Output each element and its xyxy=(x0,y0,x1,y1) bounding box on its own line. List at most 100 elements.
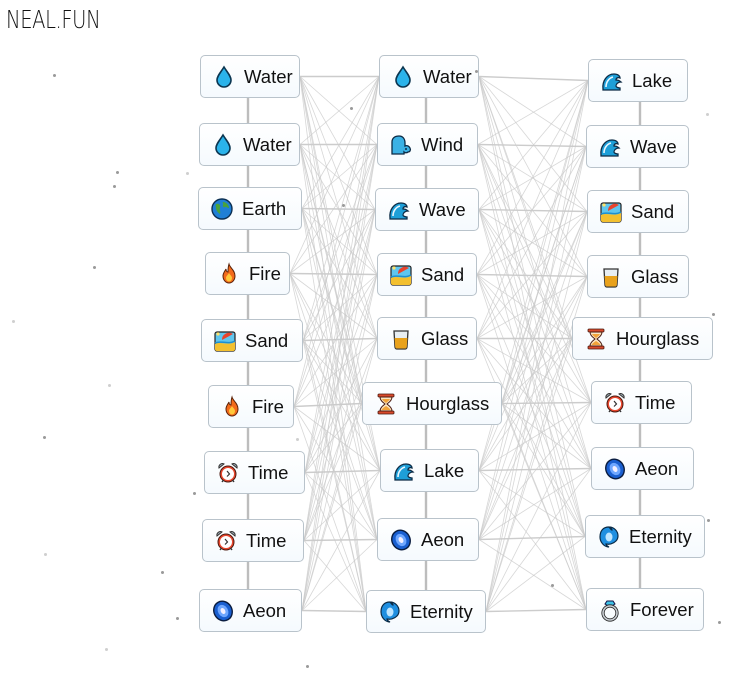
element-node[interactable]: Hourglass xyxy=(572,317,713,360)
connection-line xyxy=(478,76,587,147)
element-node[interactable]: Sand xyxy=(377,253,477,296)
connection-line xyxy=(289,273,381,471)
element-node[interactable]: Lake xyxy=(380,449,479,492)
connection-line xyxy=(301,76,380,611)
element-node[interactable]: Time xyxy=(591,381,692,424)
element-node[interactable]: Sand xyxy=(201,319,303,362)
element-label: Sand xyxy=(245,329,289,351)
connection-line xyxy=(478,76,587,610)
connection-line xyxy=(476,211,588,339)
element-node[interactable]: Eternity xyxy=(366,590,486,633)
connection-line xyxy=(476,146,587,339)
element-node[interactable]: Aeon xyxy=(591,447,694,490)
connection-line xyxy=(501,146,587,404)
connection-line xyxy=(478,146,587,540)
element-node[interactable]: Wave xyxy=(586,125,689,168)
element-label: Forever xyxy=(630,598,694,620)
connection-line xyxy=(478,80,589,540)
connection-line xyxy=(289,209,376,274)
element-node[interactable]: Water xyxy=(199,123,300,166)
element-label: Fire xyxy=(249,262,281,284)
element-node[interactable]: Water xyxy=(379,55,479,98)
galaxy-icon xyxy=(211,599,235,623)
element-node[interactable]: Fire xyxy=(208,385,294,428)
element-node[interactable]: Wind xyxy=(377,123,478,166)
connection-line xyxy=(302,337,378,342)
connection-line xyxy=(478,209,573,339)
element-node[interactable]: Lake xyxy=(588,59,688,102)
connection-line xyxy=(478,468,592,540)
connection-line xyxy=(293,209,376,407)
connection-line xyxy=(303,144,378,541)
element-node[interactable]: Fire xyxy=(205,252,290,295)
element-node[interactable]: Time xyxy=(204,451,305,494)
connection-line xyxy=(477,144,586,537)
connection-line xyxy=(478,146,587,210)
connection-line xyxy=(303,209,376,541)
connection-line xyxy=(478,76,586,537)
element-label: Sand xyxy=(631,200,675,222)
element-node[interactable]: Glass xyxy=(587,255,689,298)
connection-line xyxy=(301,76,380,209)
element-node[interactable]: Aeon xyxy=(199,589,302,632)
connection-line xyxy=(301,338,378,611)
connection-line xyxy=(485,146,587,612)
element-label: Earth xyxy=(242,197,287,219)
element-node[interactable]: Water xyxy=(200,55,300,98)
connection-line xyxy=(302,340,378,540)
connection-line xyxy=(299,144,378,275)
connection-line xyxy=(303,76,380,541)
particle-dot xyxy=(712,313,715,316)
particle-dot xyxy=(706,113,709,116)
globe-icon xyxy=(210,197,234,221)
connection-line xyxy=(301,609,367,613)
ring-icon xyxy=(598,598,622,622)
particle-dot xyxy=(113,185,116,188)
connection-line xyxy=(293,406,378,540)
element-node[interactable]: Sand xyxy=(587,190,689,233)
connection-line xyxy=(299,76,378,540)
element-node[interactable]: Earth xyxy=(198,187,302,230)
connection-line xyxy=(477,144,592,403)
connection-line xyxy=(476,273,588,278)
connection-line xyxy=(301,208,378,339)
connection-line xyxy=(501,403,592,469)
connection-line xyxy=(289,272,378,276)
element-label: Wave xyxy=(419,198,466,220)
element-label: Fire xyxy=(252,395,284,417)
connection-line xyxy=(301,207,376,211)
wave-icon xyxy=(392,459,416,483)
connection-line xyxy=(299,144,363,404)
connection-line xyxy=(299,144,378,339)
connection-line xyxy=(485,402,592,612)
element-node[interactable]: Wave xyxy=(375,188,479,231)
connection-line xyxy=(302,274,378,341)
connection-line xyxy=(478,209,586,537)
hourglass-icon xyxy=(374,392,398,416)
particle-dot xyxy=(93,266,96,269)
connection-line xyxy=(476,274,587,610)
connection-line xyxy=(299,76,363,404)
element-node[interactable]: Eternity xyxy=(585,515,705,558)
wave-icon xyxy=(598,135,622,159)
element-label: Time xyxy=(635,391,676,413)
connection-line xyxy=(293,144,378,407)
particle-dot xyxy=(350,107,353,110)
connection-line xyxy=(477,80,589,145)
element-node[interactable]: Hourglass xyxy=(362,382,502,425)
particle-dot xyxy=(551,584,554,587)
element-node[interactable]: Glass xyxy=(377,317,477,360)
connection-line xyxy=(304,209,376,473)
connection-line xyxy=(478,470,587,610)
connection-line xyxy=(485,536,586,612)
element-node[interactable]: Time xyxy=(202,519,304,562)
element-node[interactable]: Forever xyxy=(586,588,704,631)
connection-line xyxy=(302,76,380,341)
particle-dot xyxy=(186,172,189,175)
fire-icon xyxy=(217,262,241,286)
element-label: Water xyxy=(244,65,293,87)
connection-line xyxy=(478,276,588,471)
connection-line xyxy=(478,535,586,541)
particle-dot xyxy=(306,665,309,668)
element-node[interactable]: Aeon xyxy=(377,518,479,561)
